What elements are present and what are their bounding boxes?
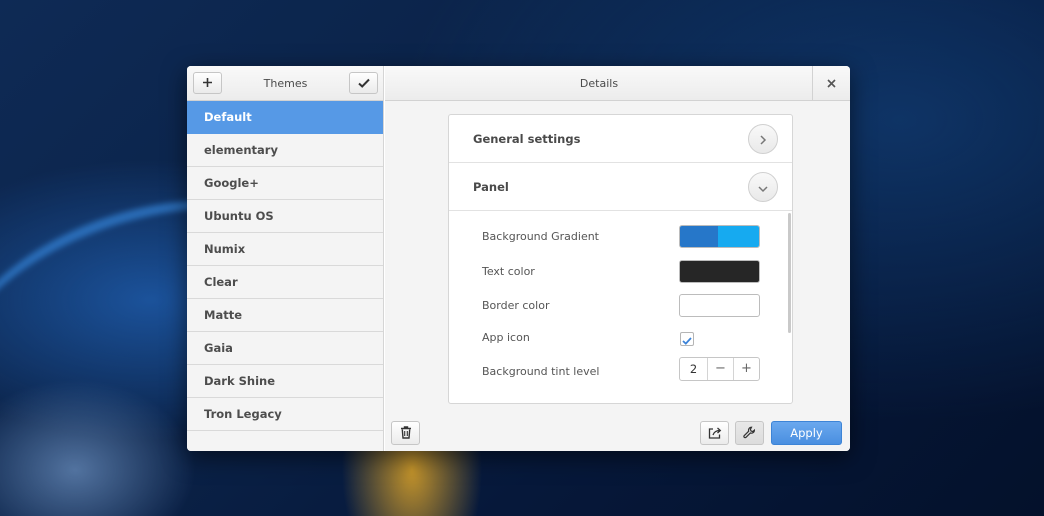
chevron-right-icon bbox=[759, 130, 767, 149]
plus-icon bbox=[202, 74, 213, 92]
close-icon bbox=[827, 76, 836, 92]
general-settings-row[interactable]: General settings bbox=[449, 115, 792, 163]
panel-row[interactable]: Panel bbox=[449, 163, 792, 211]
delete-theme-button[interactable] bbox=[391, 421, 420, 445]
general-settings-expand-button[interactable] bbox=[748, 124, 778, 154]
background-tint-stepper: 2 − + bbox=[679, 357, 760, 381]
theme-item-default[interactable]: Default bbox=[187, 101, 383, 134]
panel-properties: Background Gradient Text color Border co… bbox=[449, 211, 792, 403]
text-color-swatch[interactable] bbox=[679, 260, 760, 283]
background-tint-label: Background tint level bbox=[482, 365, 600, 378]
app-icon-checkbox[interactable] bbox=[680, 332, 694, 346]
apply-button[interactable]: Apply bbox=[771, 421, 842, 445]
theme-item-ubuntu-os[interactable]: Ubuntu OS bbox=[187, 200, 383, 233]
export-icon bbox=[708, 424, 722, 443]
theme-item-gaia[interactable]: Gaia bbox=[187, 332, 383, 365]
wrench-icon bbox=[743, 424, 756, 443]
border-color-label: Border color bbox=[482, 299, 550, 312]
trash-icon bbox=[400, 424, 412, 443]
gradient-end-color bbox=[717, 226, 759, 247]
theme-item-google-plus[interactable]: Google+ bbox=[187, 167, 383, 200]
theme-editor-window: Themes Default elementary Google+ Ubuntu… bbox=[187, 66, 850, 451]
themes-title: Themes bbox=[263, 77, 308, 90]
export-button[interactable] bbox=[700, 421, 729, 445]
border-color-swatch[interactable] bbox=[679, 294, 760, 317]
settings-button[interactable] bbox=[735, 421, 764, 445]
theme-item-numix[interactable]: Numix bbox=[187, 233, 383, 266]
chevron-down-icon bbox=[758, 178, 768, 197]
theme-item-clear[interactable]: Clear bbox=[187, 266, 383, 299]
theme-list: Default elementary Google+ Ubuntu OS Num… bbox=[187, 101, 383, 431]
app-icon-label: App icon bbox=[482, 331, 530, 344]
background-gradient-swatch[interactable] bbox=[679, 225, 760, 248]
details-title: Details bbox=[579, 77, 619, 90]
properties-scrollbar[interactable] bbox=[788, 213, 791, 333]
panel-label: Panel bbox=[473, 180, 509, 194]
tint-decrement-button[interactable]: − bbox=[708, 358, 733, 380]
panel-collapse-button[interactable] bbox=[748, 172, 778, 202]
gradient-start-color bbox=[680, 226, 718, 247]
details-header: Details bbox=[385, 66, 850, 101]
checkmark-icon bbox=[682, 330, 692, 349]
tint-value[interactable]: 2 bbox=[680, 358, 708, 380]
confirm-theme-button[interactable] bbox=[349, 72, 378, 94]
themes-header: Themes bbox=[187, 66, 383, 101]
details-body: General settings Panel Background Gradie bbox=[385, 101, 850, 451]
tint-increment-button[interactable]: + bbox=[733, 358, 759, 380]
theme-item-matte[interactable]: Matte bbox=[187, 299, 383, 332]
add-theme-button[interactable] bbox=[193, 72, 222, 94]
theme-item-elementary[interactable]: elementary bbox=[187, 134, 383, 167]
theme-item-tron-legacy[interactable]: Tron Legacy bbox=[187, 398, 383, 431]
text-color-label: Text color bbox=[482, 265, 535, 278]
theme-item-dark-shine[interactable]: Dark Shine bbox=[187, 365, 383, 398]
settings-card: General settings Panel Background Gradie bbox=[448, 114, 793, 404]
background-gradient-label: Background Gradient bbox=[482, 230, 599, 243]
themes-sidebar: Themes Default elementary Google+ Ubuntu… bbox=[187, 66, 384, 451]
general-settings-label: General settings bbox=[473, 132, 581, 146]
checkmark-icon bbox=[357, 74, 370, 92]
close-button[interactable] bbox=[812, 66, 850, 101]
